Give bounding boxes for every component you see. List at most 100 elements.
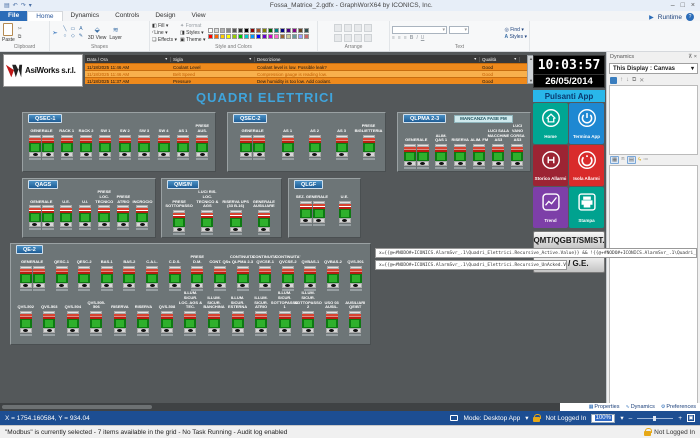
move-down-icon[interactable]: ↓ — [626, 77, 629, 83]
breaker[interactable] — [492, 144, 505, 170]
find-button[interactable]: ◎ Find ▾ — [504, 27, 527, 33]
tab-design[interactable]: Design — [147, 11, 183, 21]
breaker[interactable] — [511, 144, 524, 170]
zoom-dropdown-icon[interactable]: ▾ — [620, 414, 623, 422]
breaker[interactable] — [100, 266, 113, 291]
color-swatch[interactable] — [214, 27, 220, 33]
sort-az-icon[interactable]: ²¹ — [621, 157, 625, 163]
color-swatch[interactable] — [292, 33, 298, 39]
color-swatch[interactable] — [286, 33, 292, 39]
breaker[interactable] — [349, 311, 362, 337]
breaker[interactable] — [403, 144, 416, 170]
breaker[interactable] — [78, 266, 91, 291]
alarm-grid[interactable]: Data / Ora ▼ Sigla ▼ Descrizione ▼ Qualità ▼ 11… — [85, 55, 527, 84]
breaker[interactable] — [176, 135, 189, 160]
breaker[interactable] — [137, 311, 150, 337]
breaker[interactable] — [278, 311, 291, 337]
panel-qsec-2[interactable]: QSEC-2 GENERALE AS 1 AS 2 AS 3 PRESE BIGLIETT… — [227, 112, 386, 172]
color-swatch[interactable] — [298, 27, 304, 33]
panel-tab[interactable]: QE-2 — [16, 245, 43, 254]
breaker[interactable] — [229, 210, 242, 236]
cut-icon[interactable]: ✂ — [18, 26, 22, 32]
breaker[interactable] — [118, 135, 131, 160]
color-swatch[interactable] — [244, 33, 250, 39]
color-swatch[interactable] — [220, 33, 226, 39]
text-styles-button[interactable]: A Styles ▾ — [504, 34, 527, 40]
breaker[interactable] — [231, 311, 244, 337]
footer-tab-dynamics[interactable]: ∿ Dynamics — [626, 404, 655, 410]
breaker[interactable] — [138, 135, 151, 160]
breaker[interactable] — [281, 135, 294, 160]
text-format-tools[interactable]: ≡ ≡ ≡ B I U — [392, 35, 501, 41]
breaker[interactable] — [454, 144, 467, 170]
panel-tab[interactable]: QLGF — [294, 180, 324, 189]
alarm-row[interactable]: 11/18/2025 11:37 AM Pressure Dew humidity … — [85, 77, 527, 84]
help-icon[interactable]: ? — [686, 13, 694, 21]
panel-tab[interactable]: QSEC-1 — [28, 114, 63, 123]
alarm-row[interactable]: 11/18/2025 11:46 AM Coolant Level Coolant … — [85, 63, 527, 70]
select-tool-icon[interactable]: ➣ — [52, 29, 58, 37]
color-swatch[interactable] — [280, 33, 286, 39]
login-status[interactable]: Not Logged In — [545, 415, 586, 422]
breaker[interactable] — [173, 210, 186, 236]
color-swatch[interactable] — [220, 27, 226, 33]
breaker[interactable] — [146, 266, 159, 291]
breaker[interactable] — [213, 266, 226, 291]
alarm-column-header[interactable]: Descrizione ▼ — [255, 56, 480, 62]
design-canvas[interactable]: AsiWorks s.r.l. Data / Ora ▼ Sigla ▼ Descriz… — [0, 52, 606, 403]
color-swatch[interactable] — [208, 33, 214, 39]
tab-controls[interactable]: Controls — [107, 11, 147, 21]
panel-qms-n[interactable]: QMS/N PRESE SOTTOPASSO LUCI RIS. LOC. TECN… — [161, 178, 282, 238]
color-swatch[interactable] — [244, 27, 250, 33]
canvas-horizontal-scrollbar[interactable] — [0, 403, 560, 411]
breaker[interactable] — [416, 144, 429, 170]
color-swatch[interactable] — [250, 27, 256, 33]
breaker[interactable] — [157, 135, 170, 160]
breaker[interactable] — [240, 135, 253, 160]
alarm-row[interactable]: 11/18/2025 11:46 AM Belt Speed Compression… — [85, 70, 527, 77]
breaker[interactable] — [335, 135, 348, 160]
breaker[interactable] — [362, 135, 375, 160]
panel-close-icon[interactable]: × — [694, 54, 697, 60]
termina-app-button[interactable]: Termina App — [569, 103, 604, 144]
color-swatch[interactable] — [214, 33, 220, 39]
font-family-combo[interactable]: ▾ — [392, 25, 447, 34]
footer-tab-properties[interactable]: ▦ Properties — [589, 404, 620, 410]
panel-qlgf[interactable]: QLGF SEZ. GENERALE U.E. — [288, 178, 361, 238]
layer-button[interactable]: ≋ Layer — [109, 26, 122, 41]
breaker[interactable] — [325, 311, 338, 337]
display-selector[interactable]: This Display : Canvas ▾ — [609, 63, 698, 74]
breaker[interactable] — [299, 201, 312, 226]
breaker[interactable] — [259, 266, 272, 291]
breaker[interactable] — [98, 205, 111, 231]
effects-button[interactable]: ❏ Effects ▾ — [152, 37, 177, 43]
tab-dynamics[interactable]: Dynamics — [63, 11, 108, 21]
isola-allarmi-button[interactable]: Isola Allarmi — [569, 145, 604, 186]
breaker[interactable] — [80, 135, 93, 160]
breaker[interactable] — [435, 144, 448, 170]
zoom-in-button[interactable]: + — [678, 415, 682, 422]
events-icon[interactable]: ϟ — [638, 157, 641, 163]
breaker[interactable] — [66, 311, 79, 337]
color-swatch[interactable] — [262, 27, 268, 33]
panel-tab[interactable]: QMS/N — [167, 180, 200, 189]
tab-file[interactable]: File — [0, 11, 28, 21]
breaker[interactable] — [191, 266, 204, 291]
tab-home[interactable]: Home — [27, 11, 63, 21]
breaker[interactable] — [473, 144, 486, 170]
color-palette[interactable] — [208, 27, 310, 39]
breaker[interactable] — [32, 266, 45, 291]
breaker[interactable] — [60, 205, 73, 231]
breaker[interactable] — [349, 266, 362, 291]
arrange-tools[interactable] — [334, 23, 373, 43]
color-swatch[interactable] — [274, 33, 280, 39]
categorized-icon[interactable]: ▦ — [610, 156, 620, 164]
color-swatch[interactable] — [232, 27, 238, 33]
color-swatch[interactable] — [262, 33, 268, 39]
delete-icon[interactable]: ✕ — [639, 77, 644, 84]
breaker[interactable] — [28, 205, 41, 231]
color-swatch[interactable] — [226, 33, 232, 39]
shape-tools[interactable]: ╲ ▭ A ○ ◇ ✎ — [61, 26, 85, 40]
breaker[interactable] — [99, 135, 112, 160]
mode-selector[interactable]: Mode: Desktop App — [463, 415, 520, 422]
